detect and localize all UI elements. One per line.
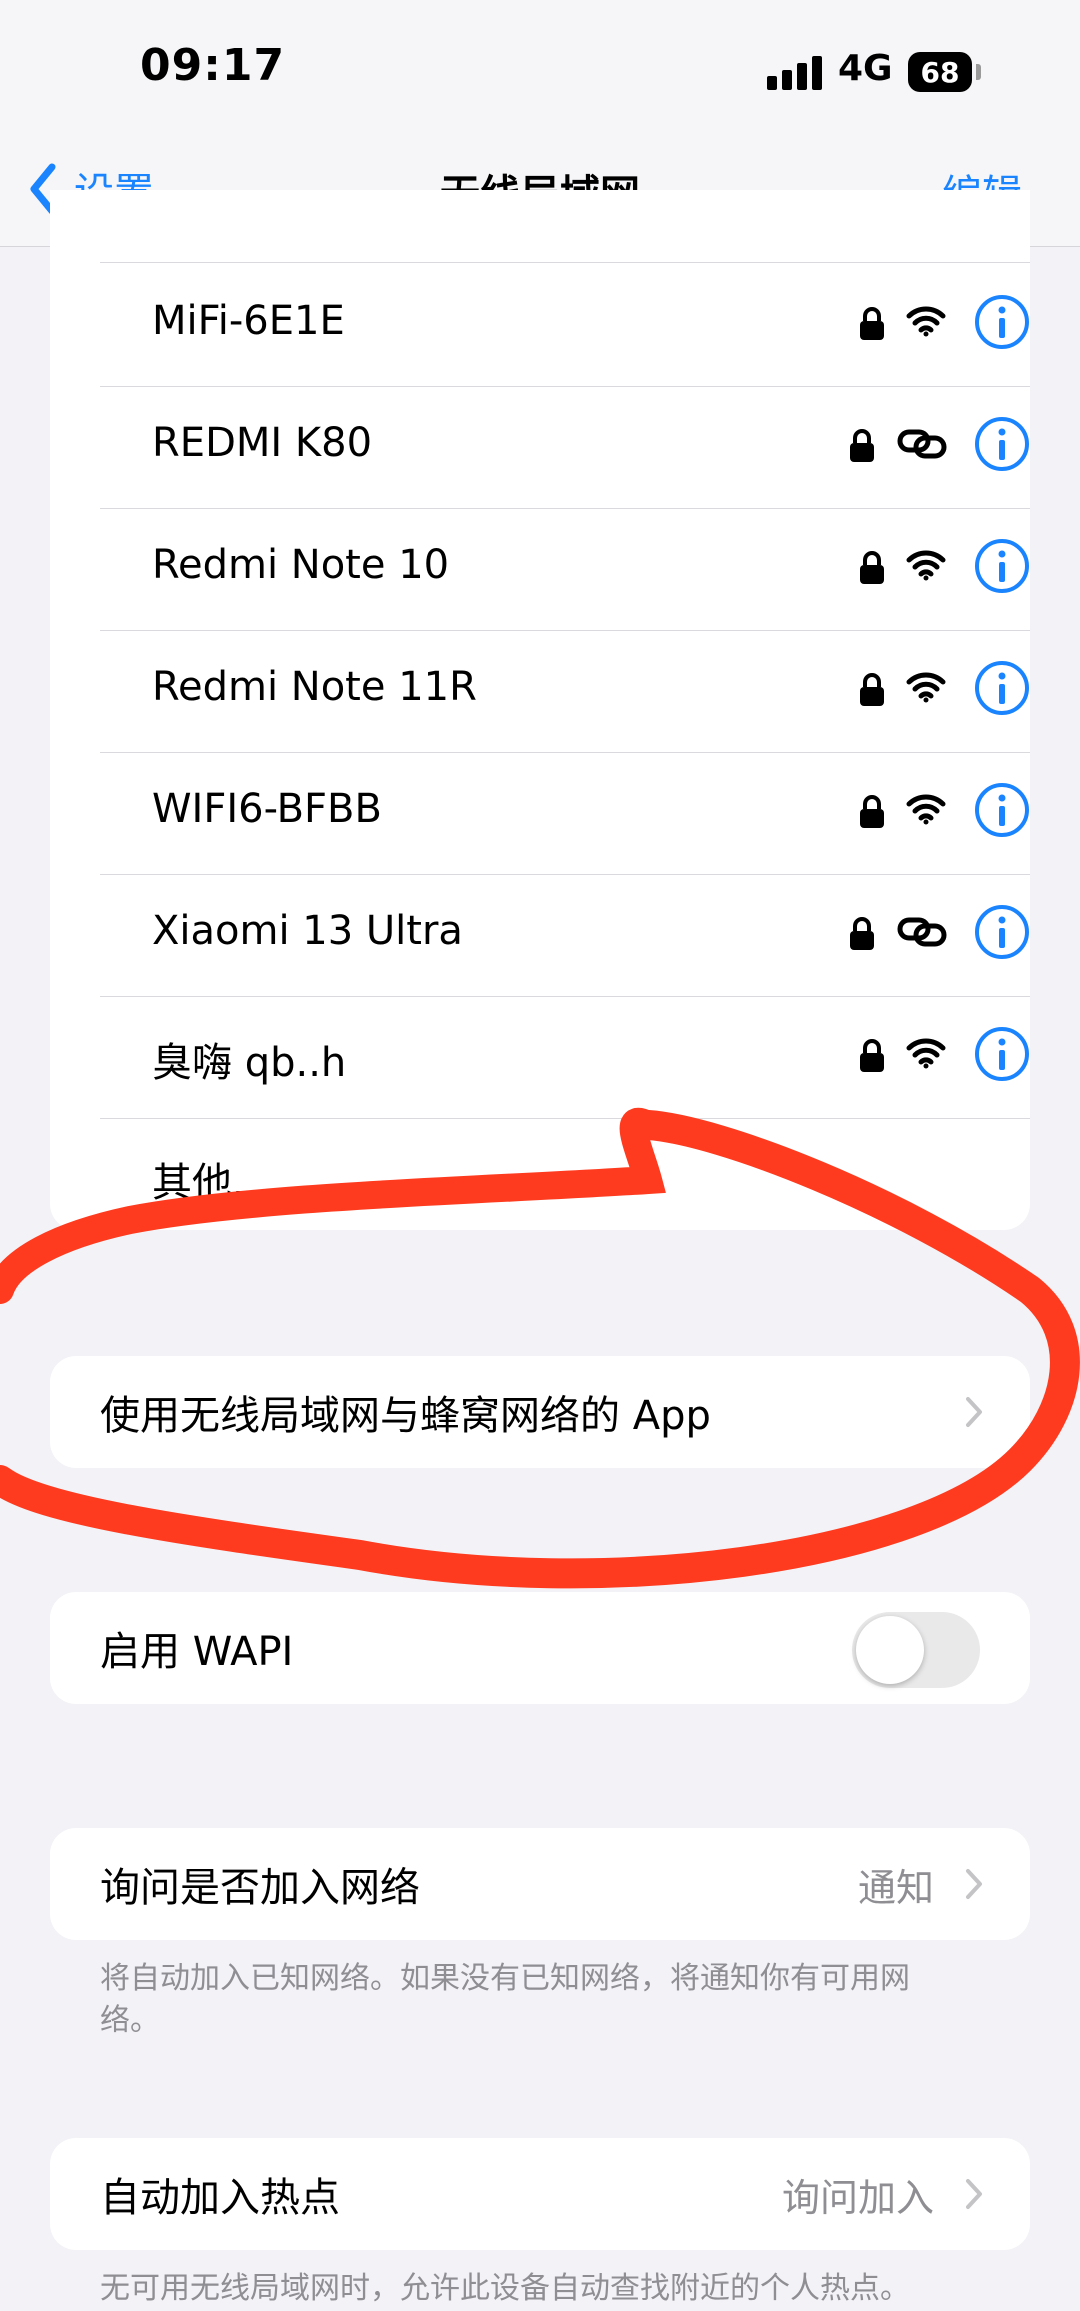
row-separator — [100, 262, 1030, 263]
ask-to-join-label: 询问是否加入网络 — [100, 1865, 420, 1911]
lock-icon — [858, 672, 886, 712]
battery-icon: 68 — [908, 52, 972, 92]
lock-icon — [848, 428, 876, 468]
battery-tip — [976, 64, 981, 80]
row-separator — [100, 1118, 1030, 1119]
info-icon[interactable] — [974, 1026, 1030, 1082]
network-row[interactable]: 臭嗨 qb..h — [100, 996, 1030, 1118]
ask-to-join-row[interactable]: 询问是否加入网络 通知 — [50, 1828, 1030, 1940]
lock-icon — [858, 550, 886, 590]
info-icon[interactable] — [974, 294, 1030, 350]
network-row[interactable]: REDMI K80 — [100, 386, 1030, 508]
wapi-row: 启用 WAPI — [50, 1592, 1030, 1704]
network-name: MiFi-6E1E — [152, 298, 345, 344]
chevron-right-icon — [966, 1397, 982, 1427]
wifi-icon — [906, 304, 946, 342]
network-type: 4G — [838, 48, 893, 89]
wifi-icon — [906, 548, 946, 586]
network-name: WIFI6-BFBB — [152, 786, 382, 832]
ask-to-join-value: 通知 — [857, 1865, 934, 1910]
network-name: REDMI K80 — [152, 420, 373, 466]
network-name: Redmi Note 11R — [152, 664, 477, 710]
network-row[interactable]: Redmi Note 10 — [100, 508, 1030, 630]
auto-join-hotspot-row[interactable]: 自动加入热点 询问加入 — [50, 2138, 1030, 2250]
network-name: Xiaomi 13 Ultra — [152, 908, 463, 954]
chevron-right-icon — [966, 2179, 982, 2209]
battery-level: 68 — [920, 55, 960, 89]
network-row[interactable]: MiFi-6E1E — [100, 264, 1030, 386]
info-icon[interactable] — [974, 782, 1030, 838]
lock-icon — [858, 306, 886, 346]
wapi-toggle[interactable] — [852, 1612, 980, 1688]
other-network-button[interactable]: 其他... — [152, 1150, 270, 1208]
network-name: 臭嗨 qb..h — [152, 1040, 347, 1086]
auto-join-hotspot-value: 询问加入 — [781, 2175, 934, 2220]
auto-join-hotspot-footnote: 无可用无线局域网时，允许此设备自动查找附近的个人热点。 — [100, 2271, 910, 2306]
lock-icon — [858, 1038, 886, 1078]
toggle-knob — [856, 1616, 924, 1684]
lock-icon — [858, 794, 886, 834]
apps-using-wlan-label: 使用无线局域网与蜂窝网络的 App — [100, 1393, 711, 1439]
chevron-right-icon — [966, 1869, 982, 1899]
network-row[interactable]: WIFI6-BFBB — [100, 752, 1030, 874]
info-icon[interactable] — [974, 416, 1030, 472]
apps-using-wlan-row[interactable]: 使用无线局域网与蜂窝网络的 App — [50, 1356, 1030, 1468]
status-time: 09:17 — [140, 40, 286, 91]
wifi-icon — [906, 670, 946, 708]
wifi-icon — [906, 792, 946, 830]
lock-icon — [848, 916, 876, 956]
ask-to-join-footnote: 将自动加入已知网络。如果没有已知网络，将通知你有可用网络。 — [100, 1961, 910, 2038]
personal-hotspot-link-icon — [896, 426, 948, 464]
network-row[interactable]: Redmi Note 11R — [100, 630, 1030, 752]
info-icon[interactable] — [974, 904, 1030, 960]
network-row[interactable]: Xiaomi 13 Ultra — [100, 874, 1030, 996]
wifi-icon — [906, 1036, 946, 1074]
cellular-signal-icon — [767, 54, 823, 90]
auto-join-hotspot-label: 自动加入热点 — [100, 2175, 340, 2221]
personal-hotspot-link-icon — [896, 914, 948, 952]
info-icon[interactable] — [974, 538, 1030, 594]
wapi-label: 启用 WAPI — [100, 1629, 294, 1675]
info-icon[interactable] — [974, 660, 1030, 716]
network-name: Redmi Note 10 — [152, 542, 450, 588]
